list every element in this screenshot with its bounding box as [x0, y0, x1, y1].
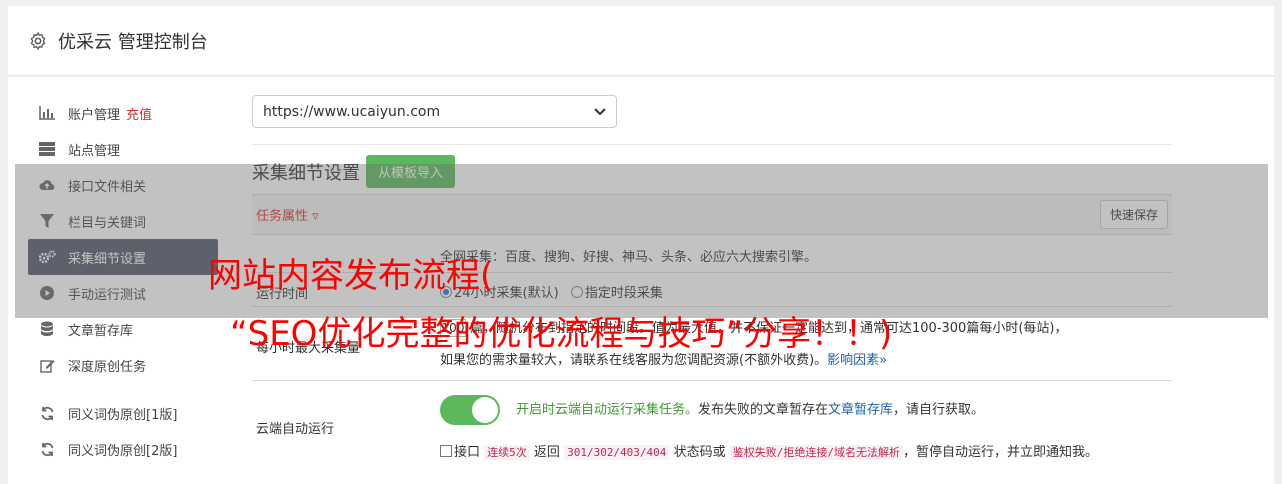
sidebar-item-collect-settings[interactable]: 采集细节设置 [28, 239, 218, 275]
code-consecutive: 连续5次 [484, 445, 530, 460]
quick-save-button[interactable]: 快速保存 [1099, 200, 1168, 229]
auto-stop-checkbox[interactable] [440, 445, 452, 457]
sidebar-item-label: 深度原创任务 [68, 359, 147, 375]
section-title: 采集细节设置 [252, 162, 360, 184]
max-per-hour-input[interactable]: 100 [440, 319, 466, 337]
main-content: https://www.ucaiyun.com 采集细节设置 从模板导入 任务属… [252, 95, 1172, 467]
table-row: 运行时间 24小时采集(默认) 指定时段采集 [252, 273, 1172, 307]
sidebar-item-deep-original[interactable]: 深度原创任务 [28, 347, 218, 383]
sidebar-item-label: 手动运行测试 [68, 287, 147, 303]
sidebar-item-label: 文章暂存库 [68, 323, 134, 339]
gear-icon [30, 31, 46, 50]
sidebar-item-manual-run[interactable]: 手动运行测试 [28, 275, 218, 311]
site-select-value: https://www.ucaiyun.com [263, 103, 441, 120]
max-per-hour-line2: 如果您的需求量较大，请联系在线客服为您调配资源(不额外收费)。影响因素» [440, 349, 887, 368]
import-template-button[interactable]: 从模板导入 [366, 155, 456, 188]
sidebar-item-synonym-v1[interactable]: 同义词伪原创[1版] [28, 395, 218, 431]
max-per-hour-desc: 篇，随机分布到指定的时间段。值为最大值，并不保证一定能达到，通常可达100-30… [470, 321, 1068, 336]
radio-24h[interactable] [440, 286, 452, 298]
page-title: 优采云 管理控制台 [58, 31, 208, 53]
database-icon [38, 320, 56, 338]
site-select[interactable]: https://www.ucaiyun.com [252, 95, 617, 128]
radio-24h-label: 24小时采集(默认) [454, 286, 559, 301]
article-storage-link[interactable]: 文章暂存库 [828, 403, 893, 418]
table-row: 全网采集：百度、搜狗、好搜、神马、头条、必应六大搜索引擎。 [252, 235, 1172, 273]
table-header-row: 任务属性 ▿ 快速保存 [252, 195, 1172, 235]
search-engines-text: 全网采集：百度、搜狗、好搜、神马、头条、必应六大搜索引擎。 [440, 250, 818, 265]
settings-table: 任务属性 ▿ 快速保存 全网采集：百度、搜狗、好搜、神马、头条、必应六大搜索引擎… [252, 194, 1172, 467]
table-row: 每小时最大采集量 100 篇，随机分布到指定的时间段。值为最大值，并不保证一定能达… [252, 307, 1172, 381]
sidebar-item-synonym-v2[interactable]: 同义词伪原创[2版] [28, 431, 218, 467]
cloud-auto-run-status: 开启时云端自动运行采集任务。 [516, 402, 699, 418]
section-header: 采集细节设置 从模板导入 [252, 144, 1172, 188]
sidebar-item-label: 账户管理 [68, 107, 121, 123]
auto-stop-text: 状态码或 [673, 445, 726, 460]
influence-factors-link[interactable]: 影响因素 [827, 353, 879, 368]
sidebar-item-article-storage[interactable]: 文章暂存库 [28, 311, 218, 347]
chevron-down-icon: » [879, 353, 888, 368]
cloud-auto-run-line: 开启时云端自动运行采集任务。发布失败的文章暂存在文章暂存库，请自行获取。 [440, 395, 984, 426]
refresh-icon [38, 440, 56, 458]
server-icon [38, 140, 56, 158]
auto-stop-text: ，暂停自动运行，并立即通知我。 [902, 445, 1098, 460]
radio-period[interactable] [570, 286, 583, 298]
sidebar-item-label: 接口文件相关 [68, 179, 147, 195]
recharge-link[interactable]: 充值 [126, 104, 152, 123]
run-time-label: 运行时间 [256, 287, 309, 302]
task-attributes-toggle[interactable]: 任务属性 ▿ [256, 205, 319, 224]
bar-chart-icon [38, 104, 56, 122]
sidebar-item-account[interactable]: 账户管理 充值 [28, 95, 218, 131]
cloud-upload-icon [38, 176, 56, 194]
max-per-hour-line1: 100 篇，随机分布到指定的时间段。值为最大值，并不保证一定能达到，通常可达100… [440, 317, 1067, 337]
cogs-icon [38, 248, 56, 266]
code-status: 301/302/403/404 [564, 445, 670, 460]
edit-icon [38, 356, 56, 374]
auto-stop-text: 返回 [533, 445, 560, 460]
sidebar: 账户管理 充值 站点管理 接口文件相关 栏目与关键词 采集细节设置 手动运行测试… [28, 95, 218, 467]
radio-period-label: 指定时段采集 [584, 286, 663, 301]
table-row: 云端自动运行 开启时云端自动运行采集任务。发布失败的文章暂存在文章暂存库，请自行… [252, 381, 1172, 467]
max-per-hour-label: 每小时最大采集量 [256, 341, 361, 356]
sidebar-item-label: 同义词伪原创[1版] [68, 407, 178, 423]
content-panel: 账户管理 充值 站点管理 接口文件相关 栏目与关键词 采集细节设置 手动运行测试… [8, 77, 1274, 484]
sidebar-item-label: 采集细节设置 [68, 251, 147, 267]
sidebar-item-label: 站点管理 [68, 143, 121, 159]
code-errors: 鉴权失败/拒绝连接/域名无法解析 [729, 445, 903, 460]
auto-stop-text: 接口 [454, 445, 481, 460]
page-header: 优采云 管理控制台 [8, 6, 1274, 76]
sidebar-item-label: 同义词伪原创[2版] [68, 443, 178, 459]
sidebar-item-label: 栏目与关键词 [68, 215, 147, 231]
run-time-options: 24小时采集(默认) 指定时段采集 [440, 282, 663, 301]
sidebar-divider [28, 383, 218, 395]
sidebar-item-interface[interactable]: 接口文件相关 [28, 167, 218, 203]
max-per-hour-desc2: 如果您的需求量较大，请联系在线客服为您调配资源(不额外收费)。 [440, 353, 828, 368]
cloud-auto-run-desc2: ，请自行获取。 [893, 402, 985, 418]
sidebar-item-keywords[interactable]: 栏目与关键词 [28, 203, 218, 239]
cloud-auto-run-desc: 发布失败的文章暂存在 [698, 402, 829, 418]
refresh-icon [38, 404, 56, 422]
filter-icon [38, 212, 56, 230]
cloud-auto-run-label: 云端自动运行 [256, 422, 335, 437]
cloud-auto-run-toggle[interactable] [440, 395, 500, 425]
chevron-down-icon [594, 107, 606, 115]
play-circle-icon [38, 284, 56, 302]
auto-stop-line: 接口 连续5次 返回 301/302/403/404 状态码或 鉴权失败/拒绝连… [440, 441, 1098, 460]
sidebar-item-sites[interactable]: 站点管理 [28, 131, 218, 167]
